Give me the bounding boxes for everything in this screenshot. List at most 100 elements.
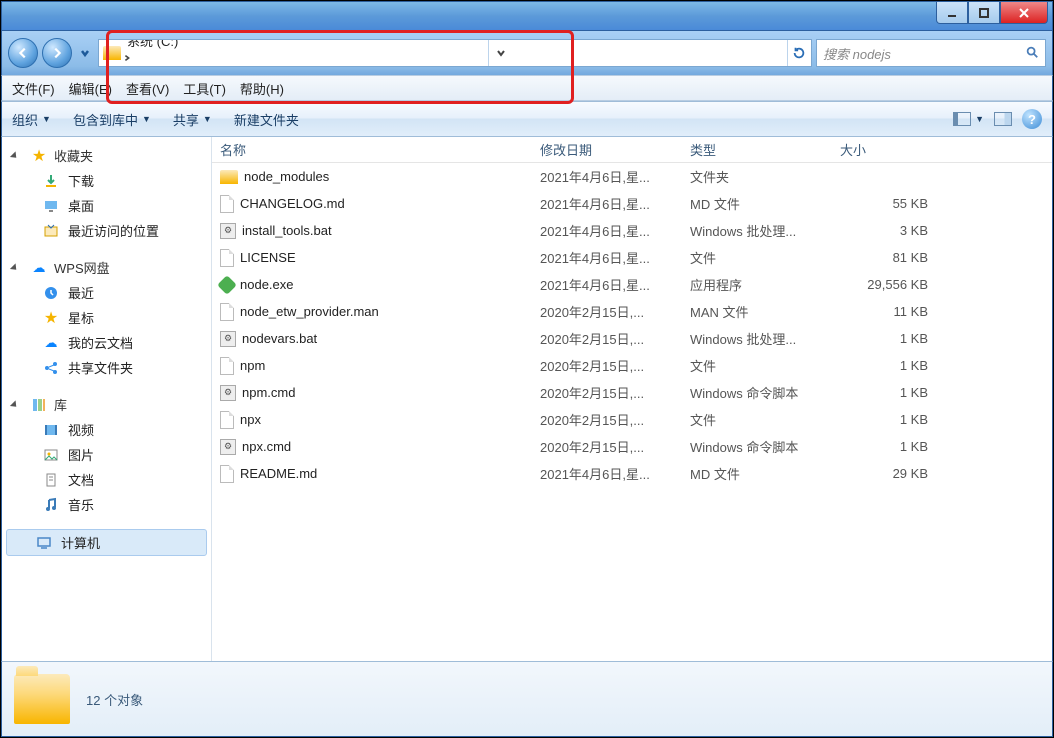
- star-icon: ★: [42, 309, 60, 327]
- sidebar-item-computer[interactable]: 计算机: [6, 529, 207, 556]
- breadcrumb-item[interactable]: 系统 (C:): [121, 39, 214, 50]
- file-list-pane: 名称 修改日期 类型 大小 node_modules2021年4月6日,星...…: [212, 137, 1052, 661]
- bat-icon: ⚙: [220, 331, 236, 347]
- sidebar-item[interactable]: ☁我的云文档: [2, 330, 211, 355]
- menu-tools[interactable]: 工具(T): [183, 79, 226, 98]
- file-rows[interactable]: node_modules2021年4月6日,星...文件夹CHANGELOG.m…: [212, 163, 1052, 661]
- file-type: Windows 命令脚本: [690, 437, 840, 456]
- sidebar-group-favorites[interactable]: ★ 收藏夹: [2, 143, 211, 168]
- file-date: 2020年2月15日,...: [540, 356, 690, 375]
- sidebar-item[interactable]: 桌面: [2, 193, 211, 218]
- file-row[interactable]: npx2020年2月15日,...文件1 KB: [212, 406, 1052, 433]
- file-row[interactable]: ⚙install_tools.bat2021年4月6日,星...Windows …: [212, 217, 1052, 244]
- file-size: 55 KB: [840, 196, 940, 211]
- file-row[interactable]: LICENSE2021年4月6日,星...文件81 KB: [212, 244, 1052, 271]
- sidebar-group-libraries[interactable]: 库: [2, 392, 211, 417]
- file-type: MAN 文件: [690, 302, 840, 321]
- file-size: 1 KB: [840, 412, 940, 427]
- menu-help[interactable]: 帮助(H): [240, 79, 284, 98]
- file-size: 29,556 KB: [840, 277, 940, 292]
- sidebar-item[interactable]: 最近访问的位置: [2, 218, 211, 243]
- history-dropdown[interactable]: [76, 44, 94, 62]
- disclosure-icon: [10, 400, 19, 409]
- file-row[interactable]: npm2020年2月15日,...文件1 KB: [212, 352, 1052, 379]
- column-date[interactable]: 修改日期: [532, 137, 682, 163]
- search-input[interactable]: 搜索 nodejs: [816, 39, 1046, 67]
- sidebar-group-wps[interactable]: ☁ WPS网盘: [2, 255, 211, 280]
- sidebar-item[interactable]: 音乐: [2, 492, 211, 517]
- file-row[interactable]: node.exe2021年4月6日,星...应用程序29,556 KB: [212, 271, 1052, 298]
- window-titlebar[interactable]: [1, 1, 1053, 31]
- include-in-library-button[interactable]: 包含到库中 ▼: [73, 110, 151, 129]
- file-name: node_etw_provider.man: [240, 304, 379, 319]
- menu-file[interactable]: 文件(F): [12, 79, 55, 98]
- file-size: 29 KB: [840, 466, 940, 481]
- file-row[interactable]: ⚙npx.cmd2020年2月15日,...Windows 命令脚本1 KB: [212, 433, 1052, 460]
- column-headers[interactable]: 名称 修改日期 类型 大小: [212, 137, 1052, 163]
- file-type: 文件夹: [690, 167, 840, 186]
- refresh-button[interactable]: [787, 40, 811, 66]
- sidebar-item[interactable]: ★ 星标: [2, 305, 211, 330]
- file-row[interactable]: ⚙npm.cmd2020年2月15日,...Windows 命令脚本1 KB: [212, 379, 1052, 406]
- bat-icon: ⚙: [220, 223, 236, 239]
- file-row[interactable]: node_etw_provider.man2020年2月15日,...MAN 文…: [212, 298, 1052, 325]
- favorites-label: 收藏夹: [54, 146, 93, 165]
- computer-icon: [35, 534, 53, 552]
- sidebar-item[interactable]: 视频: [2, 417, 211, 442]
- file-type: MD 文件: [690, 194, 840, 213]
- chevron-down-icon: ▼: [975, 114, 984, 124]
- address-dropdown[interactable]: [488, 40, 512, 66]
- help-button[interactable]: ?: [1022, 109, 1042, 129]
- folder-icon: [14, 674, 70, 724]
- file-date: 2021年4月6日,星...: [540, 194, 690, 213]
- preview-pane-button[interactable]: [994, 112, 1012, 126]
- address-bar[interactable]: 计算机系统 (C:)Program Filesnodejs: [98, 39, 812, 67]
- file-row[interactable]: CHANGELOG.md 2021年4月6日,星...MD 文件55 KB: [212, 190, 1052, 217]
- file-icon: [220, 465, 234, 483]
- column-size[interactable]: 大小: [832, 137, 932, 163]
- sidebar-item-label: 共享文件夹: [68, 358, 133, 377]
- view-mode-button[interactable]: ▼: [953, 112, 984, 126]
- file-date: 2021年4月6日,星...: [540, 275, 690, 294]
- column-type[interactable]: 类型: [682, 137, 832, 163]
- file-name: node_modules: [244, 169, 329, 184]
- bat-icon: ⚙: [220, 439, 236, 455]
- menu-edit[interactable]: 编辑(E): [69, 79, 112, 98]
- sidebar-item[interactable]: 最近: [2, 280, 211, 305]
- close-button[interactable]: [1000, 2, 1048, 24]
- maximize-button[interactable]: [968, 2, 1000, 24]
- navigation-tree[interactable]: ★ 收藏夹 下载桌面最近访问的位置 ☁ WPS网盘 最近 ★ 星标 ☁我的云文档共享文…: [2, 137, 212, 661]
- command-toolbar: 组织 ▼ 包含到库中 ▼ 共享 ▼ 新建文件夹 ▼ ?: [1, 101, 1053, 137]
- file-name: README.md: [240, 466, 317, 481]
- file-size: 11 KB: [840, 304, 940, 319]
- file-size: 1 KB: [840, 385, 940, 400]
- sidebar-item[interactable]: 下载: [2, 168, 211, 193]
- file-date: 2021年4月6日,星...: [540, 464, 690, 483]
- sidebar-item[interactable]: 文档: [2, 467, 211, 492]
- bat-icon: ⚙: [220, 385, 236, 401]
- organize-label: 组织: [12, 110, 38, 129]
- file-type: Windows 批处理...: [690, 329, 840, 348]
- breadcrumb-item[interactable]: Program Files: [121, 65, 214, 68]
- share-button[interactable]: 共享 ▼: [173, 110, 212, 129]
- sidebar-item-label: 音乐: [68, 495, 94, 514]
- sidebar-item-label: 星标: [68, 308, 94, 327]
- clock-icon: [42, 284, 60, 302]
- sidebar-item[interactable]: 图片: [2, 442, 211, 467]
- file-row[interactable]: ⚙nodevars.bat2020年2月15日,...Windows 批处理..…: [212, 325, 1052, 352]
- file-type: 文件: [690, 410, 840, 429]
- menu-view[interactable]: 查看(V): [126, 79, 169, 98]
- file-size: 3 KB: [840, 223, 940, 238]
- file-name: CHANGELOG.md: [240, 196, 345, 211]
- forward-button[interactable]: [42, 38, 72, 68]
- new-folder-button[interactable]: 新建文件夹: [234, 110, 299, 129]
- file-name: npx: [240, 412, 261, 427]
- details-pane: 12 个对象: [1, 661, 1053, 737]
- back-button[interactable]: [8, 38, 38, 68]
- minimize-button[interactable]: [936, 2, 968, 24]
- column-name[interactable]: 名称: [212, 137, 532, 163]
- organize-button[interactable]: 组织 ▼: [12, 110, 51, 129]
- file-row[interactable]: node_modules2021年4月6日,星...文件夹: [212, 163, 1052, 190]
- sidebar-item[interactable]: 共享文件夹: [2, 355, 211, 380]
- file-row[interactable]: README.md2021年4月6日,星...MD 文件29 KB: [212, 460, 1052, 487]
